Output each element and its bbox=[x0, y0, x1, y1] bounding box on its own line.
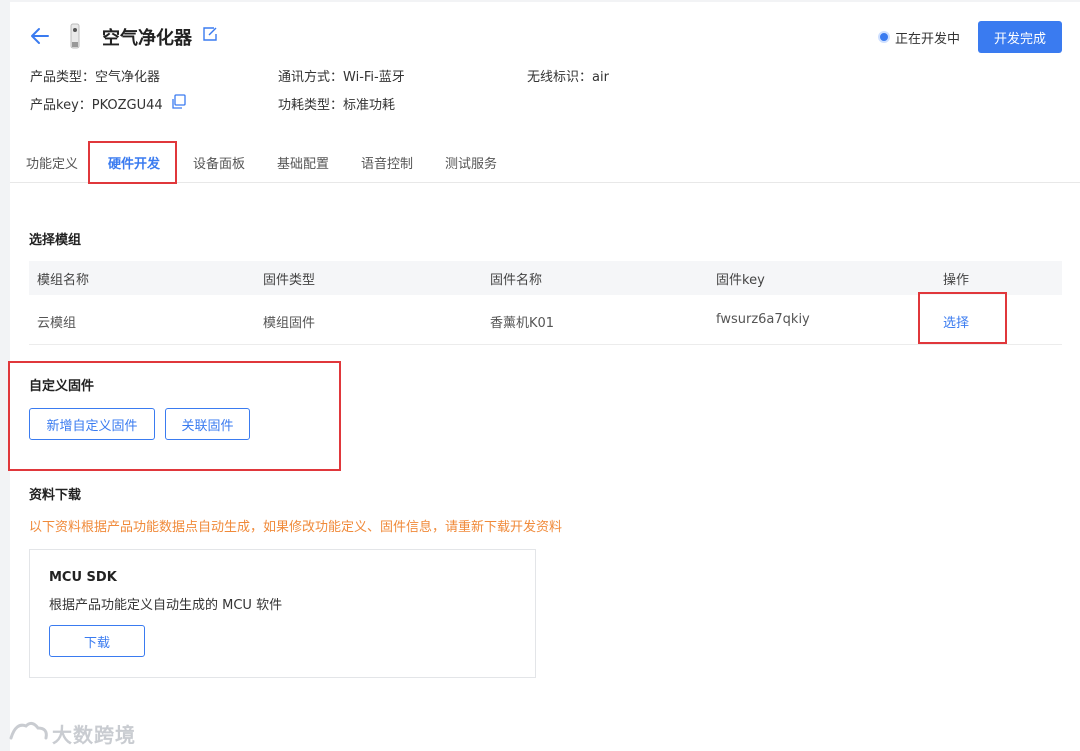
copy-icon[interactable] bbox=[170, 94, 186, 110]
page: 空气净化器 正在开发中 开发完成 产品类型：空气净化器 通讯方式：Wi-Fi-蓝… bbox=[8, 2, 1080, 751]
status-dot-icon bbox=[878, 31, 890, 43]
download-button[interactable]: 下载 bbox=[49, 625, 145, 657]
highlight-box-custom-firmware bbox=[8, 361, 341, 471]
highlight-box-select bbox=[918, 292, 1007, 344]
module-table-header bbox=[29, 261, 1062, 295]
col-firmware-key: 固件key bbox=[716, 273, 765, 288]
power-type: 功耗类型：标准功耗 bbox=[278, 94, 395, 113]
page-title: 空气净化器 bbox=[102, 28, 192, 49]
product-type: 产品类型：空气净化器 bbox=[30, 66, 160, 85]
product-key: 产品key：PKOZGU44 bbox=[30, 94, 163, 113]
tab-voice-control[interactable]: 语音控制 bbox=[361, 153, 413, 172]
key-value: PKOZGU44 bbox=[91, 98, 163, 113]
key-label: 产品key： bbox=[30, 98, 92, 113]
col-firmware-type: 固件类型 bbox=[263, 273, 316, 288]
watermark-text: 大数跨境 bbox=[52, 723, 136, 747]
mcu-sdk-card bbox=[29, 549, 536, 678]
col-module-name: 模组名称 bbox=[37, 273, 90, 288]
product-image-icon bbox=[68, 22, 82, 50]
mcu-sdk-title: MCU SDK bbox=[49, 570, 117, 585]
download-title: 资料下载 bbox=[29, 488, 82, 503]
wireless-id: 无线标识：air bbox=[527, 66, 609, 85]
back-arrow-icon[interactable] bbox=[28, 24, 52, 48]
table-row-divider bbox=[29, 344, 1062, 345]
col-firmware-name: 固件名称 bbox=[490, 273, 543, 288]
edit-icon[interactable] bbox=[202, 26, 218, 42]
tab-device-panel[interactable]: 设备面板 bbox=[193, 153, 245, 172]
product-type-label: 产品类型： bbox=[30, 70, 96, 85]
cell-module-name: 云模组 bbox=[37, 316, 77, 331]
status-text: 正在开发中 bbox=[895, 32, 961, 47]
cell-firmware-key: fwsurz6a7qkiy bbox=[716, 312, 810, 327]
col-action: 操作 bbox=[943, 273, 970, 288]
cell-firmware-name: 香薰机K01 bbox=[490, 316, 555, 331]
tab-function-definition[interactable]: 功能定义 bbox=[26, 153, 78, 172]
mcu-sdk-description: 根据产品功能定义自动生成的 MCU 软件 bbox=[49, 598, 283, 613]
comm-method: 通讯方式：Wi-Fi-蓝牙 bbox=[278, 66, 405, 85]
power-value: 标准功耗 bbox=[343, 98, 396, 113]
wireless-label: 无线标识： bbox=[527, 70, 593, 85]
tab-test-service[interactable]: 测试服务 bbox=[445, 153, 497, 172]
finish-development-button[interactable]: 开发完成 bbox=[978, 21, 1062, 53]
comm-label: 通讯方式： bbox=[278, 70, 344, 85]
cell-firmware-type: 模组固件 bbox=[263, 316, 316, 331]
comm-value: Wi-Fi-蓝牙 bbox=[343, 70, 405, 85]
highlight-box-tab bbox=[88, 141, 177, 184]
power-label: 功耗类型： bbox=[278, 98, 344, 113]
product-type-value: 空气净化器 bbox=[95, 70, 161, 85]
select-module-title: 选择模组 bbox=[29, 233, 82, 248]
wireless-value: air bbox=[592, 70, 609, 85]
watermark-logo-icon bbox=[8, 718, 50, 744]
download-notice: 以下资料根据产品功能数据点自动生成，如果修改功能定义、固件信息，请重新下载开发资… bbox=[29, 520, 563, 535]
tab-basic-config[interactable]: 基础配置 bbox=[277, 153, 329, 172]
